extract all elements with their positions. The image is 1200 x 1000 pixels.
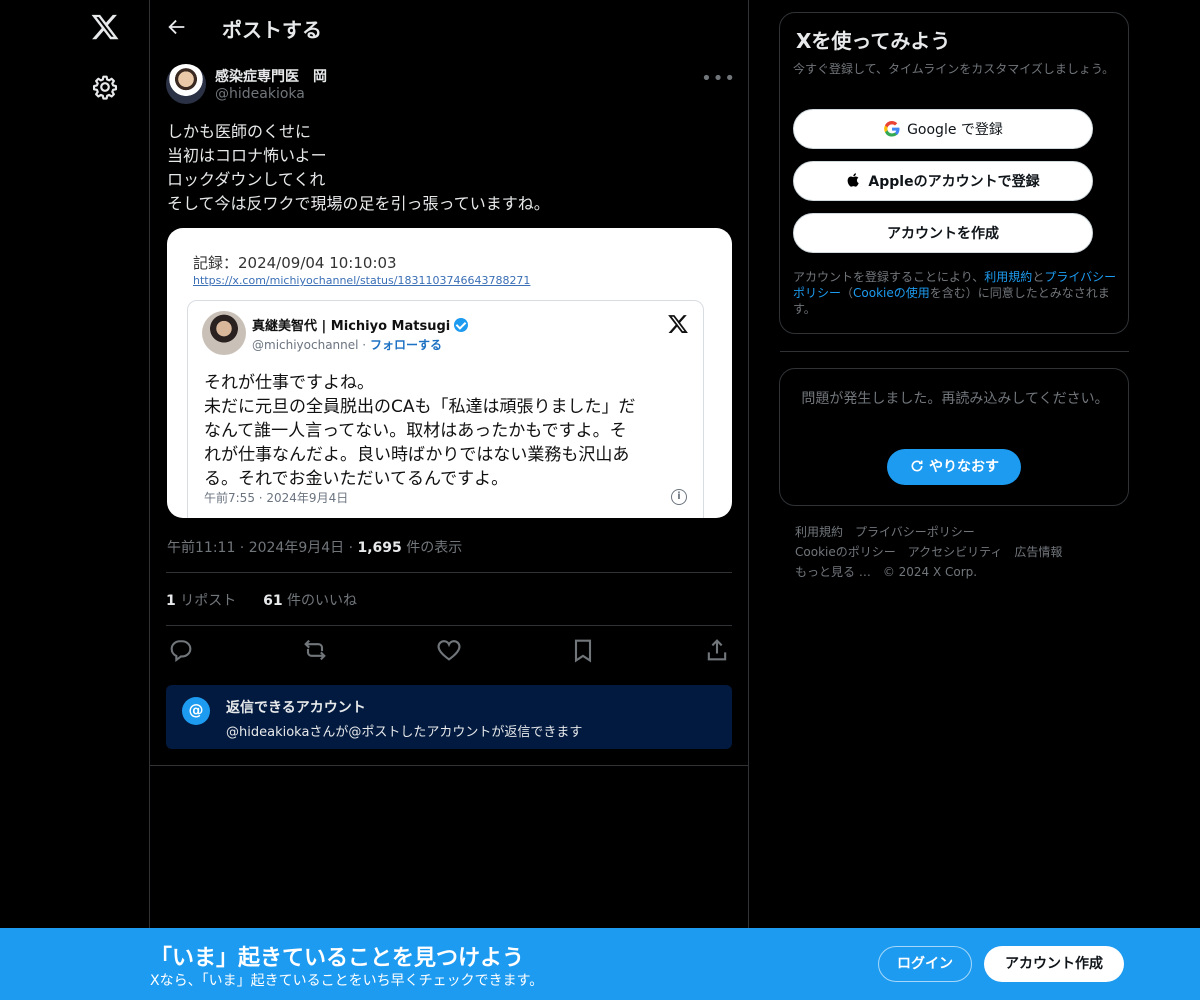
likes-stat[interactable]: 61 件のいいね (263, 593, 357, 609)
embedded-text-line: なんて誰一人言ってない。取材はあったかもですよ。そ (204, 421, 627, 441)
footer-link[interactable]: 利用規約 (795, 525, 843, 539)
banner-title: 「いま」起きていることを見つけよう (150, 946, 525, 971)
post-text-line: そして今は反ワクで現場の足を引っ張っていますね。 (167, 194, 550, 213)
author-name[interactable]: 感染症専門医 岡 (215, 66, 327, 86)
footer-link[interactable]: アクセシビリティ (908, 545, 1003, 559)
author-avatar[interactable] (166, 64, 206, 104)
signup-panel: Xを使ってみよう 今すぐ登録して、タイムラインをカスタマイズしましょう。 Goo… (779, 12, 1129, 334)
signup-legal-text: アカウントを登録することにより、利用規約とプライバシーポリシー（Cookieの使… (793, 270, 1117, 316)
embedded-author-name: 真継美智代 | Michiyo Matsugi (252, 315, 469, 334)
post-text-line: ロックダウンしてくれ (167, 170, 326, 189)
embedded-x-logo-icon (668, 315, 688, 333)
login-button[interactable]: ログイン (878, 946, 972, 982)
google-signup-button[interactable]: Google で登録 (793, 109, 1093, 149)
left-nav (0, 0, 150, 1000)
error-message: 問題が発生しました。再読み込みしてください。 (801, 391, 1109, 407)
views-count: 1,695 (357, 540, 402, 556)
footer-link[interactable]: プライバシーポリシー (855, 525, 975, 539)
post-meta: 午前11:11 · 2024年9月4日 · 1,695 件の表示 (167, 537, 462, 557)
post-stats: 1 リポスト 61 件のいいね (166, 590, 357, 610)
embedded-text-line: る。それでお金いただいてるんですよ。 (204, 469, 509, 489)
embedded-tweet-text: それが仕事ですよね。 未だに元旦の全員脱出のCAも「私達は頑張りました」だ なん… (204, 371, 704, 491)
footer-link[interactable]: Cookieのポリシー (795, 545, 896, 559)
error-panel: 問題が発生しました。再読み込みしてください。 やりなおす (779, 368, 1129, 506)
divider (166, 572, 732, 573)
page-title: ポストする (222, 18, 322, 42)
post-text: しかも医師のくせに 当初はコロナ怖いよー ロックダウンしてくれ そして今は反ワク… (167, 120, 737, 216)
page-header: ポストする (150, 0, 750, 54)
verified-badge-icon (454, 318, 469, 332)
embedded-text-line: れが仕事なんだよ。良い時ばかりではない業務も沢山あ (204, 445, 630, 465)
x-logo-icon[interactable] (90, 12, 120, 42)
back-arrow-icon[interactable] (166, 16, 188, 38)
repost-icon[interactable] (301, 636, 329, 664)
embedded-follow-link: フォローする (369, 338, 442, 352)
signup-title: Xを使ってみよう (796, 29, 951, 53)
reply-icon[interactable] (167, 636, 195, 664)
post-author: 感染症専門医 岡 @hideakioka ••• (166, 64, 736, 108)
cookie-use-link[interactable]: Cookieの使用 (853, 286, 930, 300)
bookmark-icon[interactable] (569, 636, 597, 664)
views-label: 件の表示 (401, 540, 463, 556)
post-timestamp[interactable]: 午前11:11 · 2024年9月4日 · (167, 540, 358, 556)
footer-link[interactable]: もっと見る … (795, 565, 871, 579)
embedded-text-line: 未だに元旦の全員脱出のCAも「私達は頑張りました」だ (204, 397, 636, 417)
retry-button[interactable]: やりなおす (887, 449, 1021, 485)
post-text-line: しかも医師のくせに (167, 122, 312, 141)
post-actions (166, 636, 732, 664)
divider (150, 765, 748, 766)
copyright: © 2024 X Corp. (882, 565, 978, 579)
reposts-stat[interactable]: 1 リポスト (166, 593, 236, 609)
reply-restriction-title: 返信できるアカウント (226, 700, 366, 716)
google-logo-icon (884, 120, 900, 137)
divider (780, 351, 1129, 352)
divider (166, 625, 732, 626)
media-url: https://x.com/michiyochannel/status/1831… (193, 274, 531, 287)
share-icon[interactable] (703, 636, 731, 664)
embedded-tweet-card: 真継美智代 | Michiyo Matsugi @michiyochannel … (187, 300, 704, 518)
embedded-author-handle: @michiyochannel · フォローする (252, 338, 442, 352)
more-options-icon[interactable]: ••• (701, 68, 736, 89)
author-handle[interactable]: @hideakioka (215, 86, 305, 102)
terms-link[interactable]: 利用規約 (984, 270, 1032, 284)
media-record-text: 記録：2024/09/04 10:10:03 (193, 254, 397, 272)
info-icon: i (671, 489, 687, 505)
banner-create-account-button[interactable]: アカウント作成 (984, 946, 1124, 982)
post-media-image[interactable]: 記録：2024/09/04 10:10:03 https://x.com/mic… (167, 228, 732, 518)
footer-links: 利用規約 プライバシーポリシー Cookieのポリシー アクセシビリティ 広告情報 も… (795, 522, 1115, 582)
at-mention-icon: @ (182, 697, 210, 725)
embedded-tweet-time: 午前7:55 · 2024年9月4日 (204, 491, 349, 505)
apple-signup-button[interactable]: Appleのアカウントで登録 (793, 161, 1093, 201)
refresh-icon (911, 460, 923, 472)
create-account-button[interactable]: アカウントを作成 (793, 213, 1093, 253)
reply-restriction-notice: @ 返信できるアカウント @hideakiokaさんが@ポストしたアカウントが返… (166, 685, 732, 749)
bottom-login-banner: 「いま」起きていることを見つけよう Xなら、「いま」起きていることをいち早くチェ… (0, 928, 1200, 1000)
gear-icon[interactable] (92, 74, 118, 100)
post-text-line: 当初はコロナ怖いよー (167, 146, 327, 165)
embedded-avatar (202, 311, 246, 355)
embedded-text-line: それが仕事ですよね。 (204, 373, 374, 393)
like-heart-icon[interactable] (435, 636, 463, 664)
apple-logo-icon (848, 173, 860, 187)
footer-link[interactable]: 広告情報 (1014, 545, 1062, 559)
reply-restriction-subtitle: @hideakiokaさんが@ポストしたアカウントが返信できます (226, 725, 583, 740)
banner-subtitle: Xなら、「いま」起きていることをいち早くチェックできます。 (150, 973, 544, 989)
signup-subtitle: 今すぐ登録して、タイムラインをカスタマイズしましょう。 (793, 62, 1115, 76)
